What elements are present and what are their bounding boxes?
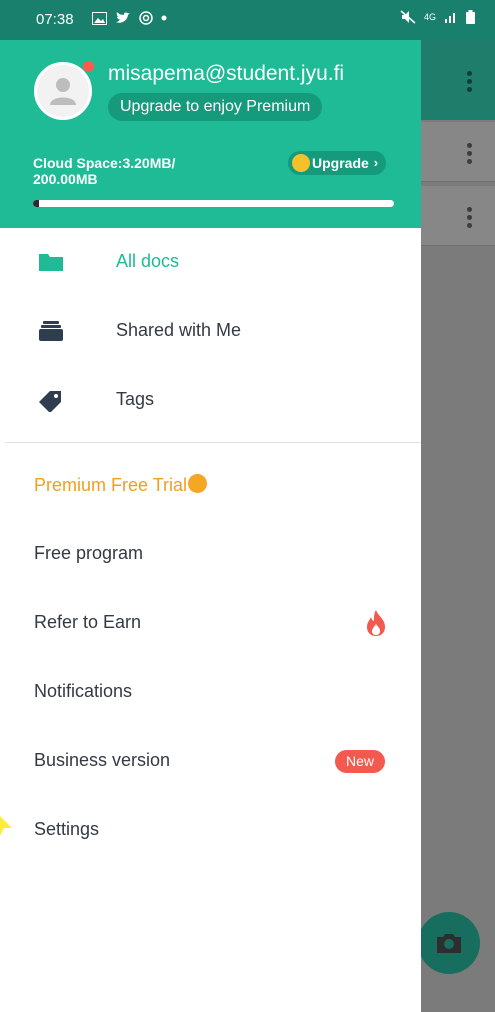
navigation-drawer: misapema@student.jyu.fi Upgrade to enjoy… — [0, 40, 421, 1012]
new-badge: New — [335, 750, 386, 773]
menu-item-notifications[interactable]: Notifications — [0, 661, 421, 725]
menu-item-label: Notifications — [34, 681, 133, 701]
battery-icon — [466, 10, 475, 24]
nav-item-label: Tags — [116, 389, 155, 409]
signal-icon — [445, 13, 455, 23]
folder-icon — [39, 254, 63, 271]
nav-item-all-docs[interactable]: All docs — [0, 228, 421, 296]
background-item-more-icon — [467, 140, 473, 167]
upgrade-button-label: Upgrade — [312, 155, 369, 171]
status-bar: 07:38 4G — [0, 0, 495, 40]
status-system-icons: 4G — [400, 10, 475, 24]
account-email: misapema@student.jyu.fi — [108, 62, 345, 85]
status-notification-icons — [92, 11, 167, 25]
menu-item-refer-to-earn[interactable]: Refer to Earn — [0, 592, 421, 656]
mute-icon — [400, 10, 416, 24]
account-header: misapema@student.jyu.fi Upgrade to enjoy… — [0, 40, 421, 228]
avatar[interactable] — [34, 62, 92, 120]
menu-item-settings[interactable]: Settings — [0, 799, 421, 863]
shared-stack-icon — [39, 321, 63, 341]
menu-item-business-version[interactable]: Business version New — [0, 730, 421, 794]
network-4g-icon: 4G — [423, 11, 436, 22]
cursor-pointer-icon — [0, 816, 12, 836]
gallery-icon — [92, 11, 107, 25]
cloud-space-label: Cloud Space:3.20MB/ 200.00MB — [33, 155, 176, 187]
camera-icon — [437, 934, 461, 953]
storage-progress-fill — [33, 200, 39, 207]
camera-fab-button[interactable] — [418, 912, 480, 974]
nav-item-label: All docs — [116, 251, 180, 271]
divider — [5, 442, 421, 443]
notification-dot — [83, 61, 94, 72]
dot-icon — [161, 15, 167, 21]
menu-item-premium-free-trial[interactable]: Premium Free Trial — [0, 454, 421, 518]
at-icon — [139, 11, 153, 25]
menu-item-label: Refer to Earn — [34, 612, 142, 632]
menu-item-free-program[interactable]: Free program — [0, 523, 421, 587]
menu-item-label: Free program — [34, 543, 144, 563]
twitter-icon — [116, 11, 130, 23]
nav-item-tags[interactable]: Tags — [0, 366, 421, 434]
chevron-right-icon: › — [373, 155, 379, 170]
upgrade-button[interactable]: Upgrade › — [288, 151, 387, 175]
nav-item-shared-with-me[interactable]: Shared with Me — [0, 297, 421, 365]
menu-item-label: Premium Free Trial — [34, 475, 188, 495]
background-more-icon — [467, 68, 473, 95]
crown-icon — [292, 154, 310, 172]
crown-icon — [188, 474, 208, 493]
upgrade-premium-button[interactable]: Upgrade to enjoy Premium — [108, 93, 323, 121]
user-icon — [50, 78, 76, 105]
background-item-more-icon — [467, 204, 473, 231]
menu-item-label: Business version — [34, 750, 171, 770]
menu-item-label: Settings — [34, 819, 100, 839]
nav-item-label: Shared with Me — [116, 320, 242, 340]
tag-icon — [39, 391, 61, 412]
status-time: 07:38 — [36, 11, 74, 28]
storage-progress-bar — [33, 200, 394, 207]
menu-item-label-wrap: Premium Free Trial — [34, 474, 208, 496]
fire-icon — [367, 610, 385, 636]
